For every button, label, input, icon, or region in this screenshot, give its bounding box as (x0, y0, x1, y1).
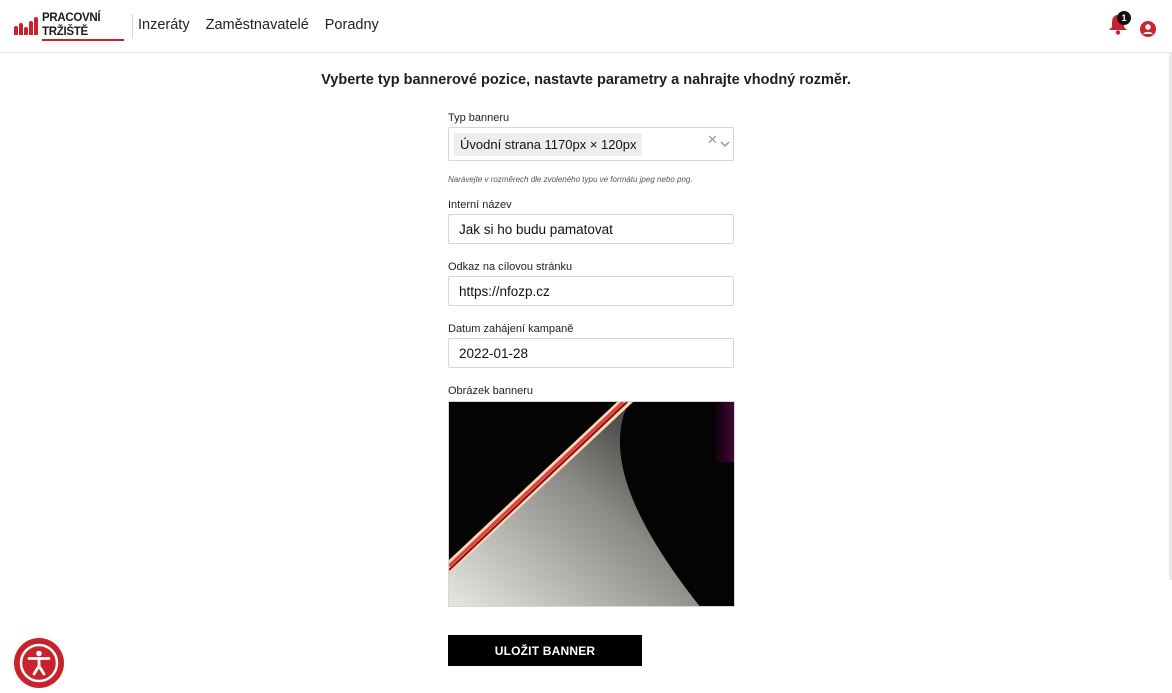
nav-item-inzeraty[interactable]: Inzeráty (138, 17, 190, 33)
banner-image (449, 402, 734, 606)
site-logo[interactable]: PRACOVNÍ TRŽIŠTĚ (14, 11, 133, 41)
banner-type-chip: Úvodní strana 1170px × 120px (454, 132, 643, 156)
internal-name-input[interactable]: Jak si ho budu pamatovat (448, 214, 734, 244)
logo-people-icon (14, 17, 38, 35)
banner-type-select[interactable]: Úvodní strana 1170px × 120px ✕ (448, 127, 734, 161)
chevron-down-icon[interactable] (720, 140, 730, 148)
banner-format-hint: Narávejte v rozměrech dle zvoleného typu… (448, 175, 693, 184)
nav-item-poradny[interactable]: Poradny (325, 17, 379, 33)
accessibility-button[interactable] (14, 638, 64, 688)
user-icon[interactable] (1140, 21, 1156, 37)
nav-item-zamestnavatele[interactable]: Zaměstnavatelé (206, 17, 309, 33)
start-date-label: Datum zahájení kampaně (448, 323, 574, 335)
clear-icon[interactable]: ✕ (707, 132, 718, 148)
page-heading: Vyberte typ bannerové pozice, nastavte p… (321, 72, 851, 88)
start-date-input[interactable]: 2022-01-28 (448, 338, 734, 368)
banner-image-label: Obrázek banneru (448, 385, 533, 397)
target-link-input[interactable]: https://nfozp.cz (448, 276, 734, 306)
main-nav: Inzeráty Zaměstnavatelé Poradny (138, 17, 379, 33)
internal-name-label: Interní název (448, 199, 512, 211)
target-link-label: Odkaz na cílovou stránku (448, 261, 573, 273)
save-banner-button[interactable]: ULOŽIT BANNER (448, 635, 642, 666)
accessibility-icon (19, 643, 59, 683)
banner-image-preview[interactable] (448, 401, 735, 607)
notifications-button[interactable]: 1 (1108, 11, 1131, 35)
notification-badge: 1 (1117, 11, 1131, 25)
logo-text: PRACOVNÍ TRŽIŠTĚ (42, 11, 124, 41)
top-navbar: PRACOVNÍ TRŽIŠTĚ Inzeráty Zaměstnavatelé… (0, 0, 1172, 53)
banner-type-label: Typ banneru (448, 112, 510, 124)
